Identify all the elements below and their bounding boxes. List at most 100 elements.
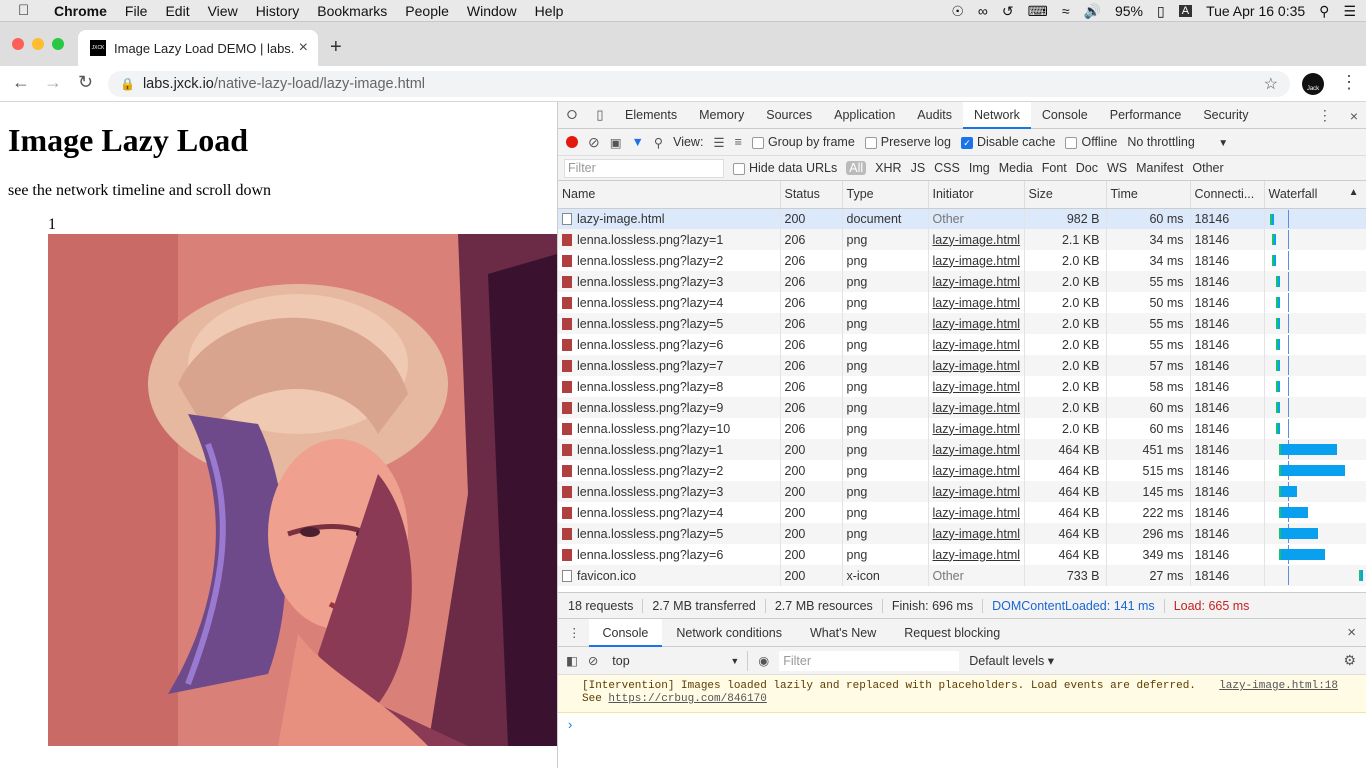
tab-elements[interactable]: Elements (614, 102, 688, 129)
cell-initiator-text[interactable]: lazy-image.html (933, 464, 1021, 478)
browser-tab[interactable]: JXCK Image Lazy Load DEMO | labs. × (78, 30, 318, 66)
window-zoom-button[interactable] (52, 38, 64, 50)
col-type[interactable]: Type (842, 181, 929, 209)
cell-initiator-text[interactable]: lazy-image.html (933, 380, 1021, 394)
table-row[interactable]: lenna.lossless.png?lazy=10 206 png lazy-ima… (558, 418, 1366, 439)
filter-input[interactable]: Filter (564, 158, 724, 178)
col-connection-id[interactable]: Connecti... (1190, 181, 1265, 209)
bookmark-star-icon[interactable]: ☆ (1264, 74, 1278, 94)
tab-performance[interactable]: Performance (1099, 102, 1193, 129)
log-levels-select[interactable]: Default levels ▾ (969, 653, 1054, 668)
reload-button[interactable]: ↻ (78, 72, 93, 93)
drawer-tab-whats-new[interactable]: What's New (796, 619, 890, 647)
col-initiator[interactable]: Initiator (928, 181, 1025, 209)
cell-initiator-text[interactable]: lazy-image.html (933, 422, 1021, 436)
screenshot-camera-icon[interactable]: ▣ (610, 135, 622, 150)
table-row[interactable]: lenna.lossless.png?lazy=7 206 png lazy-imag… (558, 355, 1366, 376)
type-filter-ws[interactable]: WS (1107, 161, 1127, 175)
table-row[interactable]: lenna.lossless.png?lazy=9 206 png lazy-imag… (558, 397, 1366, 418)
cell-initiator-text[interactable]: lazy-image.html (933, 485, 1021, 499)
table-row[interactable]: lenna.lossless.png?lazy=6 200 png lazy-imag… (558, 544, 1366, 565)
table-row[interactable]: lenna.lossless.png?lazy=4 206 png lazy-imag… (558, 292, 1366, 313)
battery-percent[interactable]: 95% (1115, 3, 1143, 19)
console-settings-gear-icon[interactable]: ⚙ (1343, 652, 1356, 669)
col-waterfall[interactable]: Waterfall ▲ (1264, 181, 1366, 209)
devtools-menu-icon[interactable]: ⋮ (1318, 107, 1332, 124)
cell-initiator-text[interactable]: lazy-image.html (933, 359, 1021, 373)
preserve-log-checkbox[interactable]: Preserve log (864, 135, 951, 149)
devtools-close-icon[interactable]: × (1350, 108, 1358, 124)
table-row[interactable]: lenna.lossless.png?lazy=6 206 png lazy-imag… (558, 334, 1366, 355)
hide-data-urls-checkbox[interactable]: Hide data URLs (733, 161, 837, 175)
table-row[interactable]: lenna.lossless.png?lazy=3 206 png lazy-imag… (558, 271, 1366, 292)
sidebar-toggle-icon[interactable]: ◧ (566, 653, 578, 668)
cell-initiator-text[interactable]: lazy-image.html (933, 443, 1021, 457)
keyboard-icon[interactable]: ⌨ (1028, 3, 1048, 20)
menu-edit[interactable]: Edit (165, 3, 189, 19)
context-selector[interactable]: top ▼ (608, 650, 749, 671)
table-row[interactable]: favicon.ico 200 x-icon Other 733 B 27 ms 18146 (558, 565, 1366, 586)
drawer-tab-request-blocking[interactable]: Request blocking (890, 619, 1014, 647)
table-row[interactable]: lenna.lossless.png?lazy=3 200 png lazy-imag… (558, 481, 1366, 502)
type-filter-manifest[interactable]: Manifest (1136, 161, 1183, 175)
menu-file[interactable]: File (125, 3, 148, 19)
window-close-button[interactable] (12, 38, 24, 50)
tab-console[interactable]: Console (1031, 102, 1099, 129)
cell-initiator-text[interactable]: lazy-image.html (933, 548, 1021, 562)
table-row[interactable]: lenna.lossless.png?lazy=1 200 png lazy-imag… (558, 439, 1366, 460)
menu-view[interactable]: View (208, 3, 238, 19)
volume-icon[interactable]: 🔊 (1084, 3, 1101, 20)
type-filter-img[interactable]: Img (969, 161, 990, 175)
search-icon[interactable]: ⚲ (654, 135, 663, 150)
battery-icon[interactable]: ▯ (1157, 3, 1165, 20)
group-by-frame-checkbox[interactable]: Group by frame (751, 135, 855, 149)
cell-initiator-text[interactable]: lazy-image.html (933, 254, 1021, 268)
console-filter-input[interactable]: Filter (779, 650, 960, 671)
table-row[interactable]: lazy-image.html 200 document Other 982 B 60 m… (558, 208, 1366, 229)
menu-app[interactable]: Chrome (54, 3, 107, 19)
type-filter-js[interactable]: JS (911, 161, 926, 175)
inspect-element-icon[interactable]: ⭘ (558, 107, 586, 123)
table-row[interactable]: lenna.lossless.png?lazy=1 206 png lazy-imag… (558, 229, 1366, 250)
drawer-tab-console[interactable]: Console (588, 618, 663, 647)
type-filter-doc[interactable]: Doc (1076, 161, 1098, 175)
cell-initiator-text[interactable]: lazy-image.html (933, 506, 1021, 520)
chrome-menu-icon[interactable]: ⋮ (1340, 72, 1358, 93)
filter-funnel-icon[interactable]: ▼ (632, 135, 644, 149)
offline-checkbox[interactable]: Offline (1065, 135, 1117, 149)
tab-security[interactable]: Security (1192, 102, 1259, 129)
large-rows-icon[interactable]: ☰ (713, 135, 724, 150)
forward-button[interactable]: → (44, 72, 62, 93)
type-filter-font[interactable]: Font (1042, 161, 1067, 175)
device-toolbar-icon[interactable]: ▯ (586, 107, 614, 123)
col-time[interactable]: Time (1106, 181, 1191, 209)
input-source-badge[interactable]: A (1178, 5, 1193, 17)
overview-icon[interactable]: ≡ (735, 135, 742, 149)
clear-icon[interactable]: ⊘ (588, 134, 600, 151)
throttling-select[interactable]: No throttling ▼ (1127, 135, 1228, 149)
type-filter-css[interactable]: CSS (934, 161, 960, 175)
notification-center-icon[interactable]: ☰ (1343, 3, 1356, 20)
crbug-link[interactable]: https://crbug.com/846170 (608, 693, 766, 705)
col-status[interactable]: Status (780, 181, 843, 209)
table-row[interactable]: lenna.lossless.png?lazy=2 206 png lazy-imag… (558, 250, 1366, 271)
menu-history[interactable]: History (256, 3, 300, 19)
table-row[interactable]: lenna.lossless.png?lazy=2 200 png lazy-imag… (558, 460, 1366, 481)
col-size[interactable]: Size (1024, 181, 1107, 209)
tab-sources[interactable]: Sources (755, 102, 823, 129)
cell-initiator-text[interactable]: lazy-image.html (933, 527, 1021, 541)
table-row[interactable]: lenna.lossless.png?lazy=8 206 png lazy-imag… (558, 376, 1366, 397)
live-expression-eye-icon[interactable]: ◉ (758, 653, 769, 668)
vpn-icon[interactable]: ☉ (951, 3, 964, 20)
tab-close-icon[interactable]: × (299, 39, 308, 57)
type-filter-media[interactable]: Media (999, 161, 1033, 175)
menu-help[interactable]: Help (535, 3, 564, 19)
apple-icon[interactable]:  (18, 2, 38, 19)
warning-source-link[interactable]: lazy-image.html:18 (1219, 680, 1338, 693)
table-row[interactable]: lenna.lossless.png?lazy=4 200 png lazy-imag… (558, 502, 1366, 523)
type-filter-other[interactable]: Other (1192, 161, 1223, 175)
cell-initiator-text[interactable]: lazy-image.html (933, 233, 1021, 247)
cell-initiator-text[interactable]: lazy-image.html (933, 317, 1021, 331)
drawer-menu-icon[interactable]: ⋮ (558, 625, 589, 640)
drawer-tab-network-conditions[interactable]: Network conditions (662, 619, 796, 647)
